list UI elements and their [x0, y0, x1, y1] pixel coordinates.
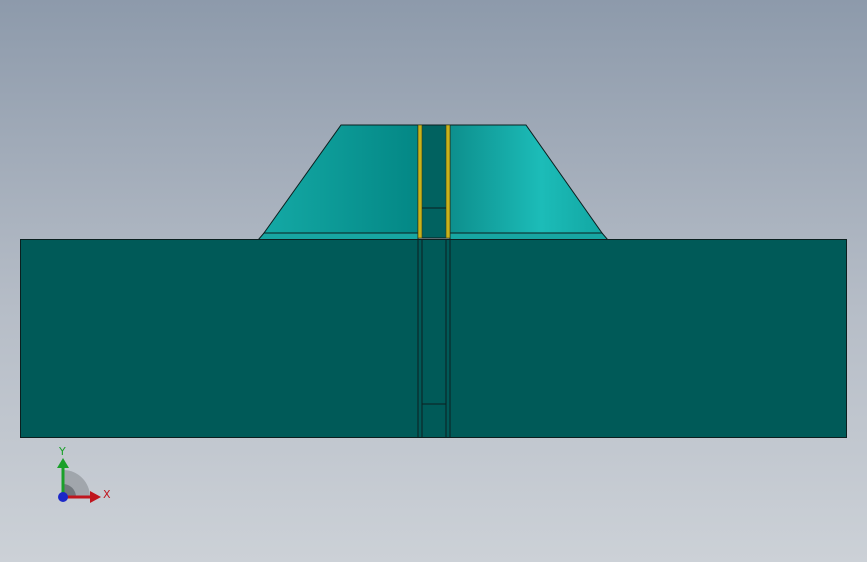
boss-left-face[interactable] [263, 124, 419, 234]
reference-triad: Y X [57, 445, 111, 503]
triad-z-axis-icon [58, 492, 68, 502]
cad-graphics-viewport[interactable]: Y X [0, 0, 867, 562]
slot-highlight-right [445, 124, 451, 239]
boss-base-strip-right [449, 232, 610, 241]
part-model-view[interactable]: Y X [0, 0, 867, 562]
triad-x-label: X [103, 488, 111, 501]
triad-x-arrow-icon [90, 491, 101, 503]
triad-y-label: Y [58, 445, 66, 458]
slot-boss-section [417, 124, 451, 239]
boss-right-face[interactable] [449, 124, 603, 234]
slot-highlight-left [417, 124, 423, 239]
triad-y-arrow-icon [57, 458, 69, 468]
base-block[interactable] [20, 239, 847, 438]
boss-base-strip-left [256, 232, 419, 241]
